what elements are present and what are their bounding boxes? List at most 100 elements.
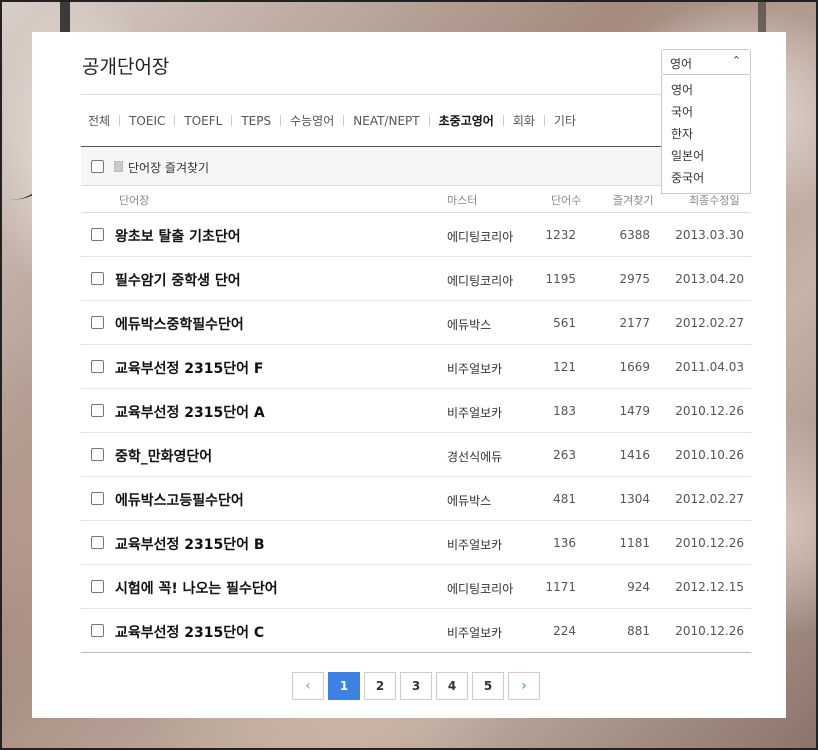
master-name: 비주얼보카 [447,538,503,552]
updated-date: 2010.12.26 [675,404,744,418]
select-all-checkbox[interactable] [91,160,104,173]
row-checkbox[interactable] [91,580,104,593]
updated-date: 2012.12.15 [675,580,744,594]
table-row: 에듀박스중학필수단어 에듀박스 561 2177 2012.02.27 [81,301,751,345]
add-favorites-button[interactable]: 단어장 즐겨찾기 [128,159,209,176]
column-header-favorites: 즐겨찾기 [613,194,654,207]
tab-separator [280,115,282,126]
column-header-master: 마스터 [447,194,478,207]
row-checkbox[interactable] [91,228,104,241]
wordbook-title-link[interactable]: 교육부선정 2315단어 C [115,622,264,642]
page-3-button[interactable]: 3 [400,672,432,700]
row-checkbox[interactable] [91,536,104,549]
table-row: 중학_만화영단어 경선식에듀 263 1416 2010.10.26 [81,433,751,477]
row-checkbox[interactable] [91,448,104,461]
table-row: 교육부선정 2315단어 B 비주얼보카 136 1181 2010.12.26 [81,521,751,565]
word-count: 1171 [545,580,576,594]
master-name: 에디팅코리아 [447,274,514,288]
updated-date: 2012.02.27 [675,316,744,330]
language-option-chinese[interactable]: 중국어 [662,167,750,189]
master-name: 에듀박스 [447,494,492,508]
tab-separator [119,115,121,126]
page-5-button[interactable]: 5 [472,672,504,700]
tab-all[interactable]: 전체 [88,112,110,129]
master-name: 비주얼보카 [447,362,503,376]
favorites-count: 1479 [619,404,650,418]
next-page-button[interactable]: › [508,672,540,700]
tab-toeic[interactable]: TOEIC [129,114,165,128]
favorites-count: 1416 [619,448,650,462]
word-count: 1195 [545,272,576,286]
updated-date: 2010.10.26 [675,448,744,462]
master-name: 비주얼보카 [447,406,503,420]
tab-suneung[interactable]: 수능영어 [290,112,334,129]
updated-date: 2011.04.03 [675,360,744,374]
page-title: 공개단어장 [82,56,170,78]
word-count: 224 [553,624,576,638]
word-count: 183 [553,404,576,418]
wordbook-title-link[interactable]: 필수암기 중학생 단어 [115,270,241,290]
word-count: 561 [553,316,576,330]
master-name: 비주얼보카 [447,626,503,640]
updated-date: 2010.12.26 [675,624,744,638]
table-row: 에듀박스고등필수단어 에듀박스 481 1304 2012.02.27 [81,477,751,521]
updated-date: 2010.12.26 [675,536,744,550]
updated-date: 2013.04.20 [675,272,744,286]
language-option-english[interactable]: 영어 [662,79,750,101]
wordbook-title-link[interactable]: 교육부선정 2315단어 F [115,358,263,378]
word-count: 1232 [545,228,576,242]
wordbook-title-link[interactable]: 에듀박스중학필수단어 [115,314,244,334]
wordbook-title-link[interactable]: 교육부선정 2315단어 B [115,534,265,554]
tab-neat-nept[interactable]: NEAT/NEPT [353,114,419,128]
word-count: 121 [553,360,576,374]
row-checkbox[interactable] [91,492,104,505]
language-option-japanese[interactable]: 일본어 [662,145,750,167]
table-row: 필수암기 중학생 단어 에디팅코리아 1195 2975 2013.04.20 [81,257,751,301]
language-option-hanja[interactable]: 한자 [662,123,750,145]
page-1-button[interactable]: 1 [328,672,360,700]
chevron-right-icon: › [521,678,527,694]
tab-school-english[interactable]: 초중고영어 [439,112,494,129]
page-2-button[interactable]: 2 [364,672,396,700]
wordbook-title-link[interactable]: 에듀박스고등필수단어 [115,490,244,510]
table-row: 시험에 꼭! 나오는 필수단어 에디팅코리아 1171 924 2012.12.… [81,565,751,609]
column-header-name: 단어장 [119,194,150,207]
book-icon [114,161,123,172]
row-checkbox[interactable] [91,624,104,637]
divider [81,94,751,95]
tab-separator [174,115,176,126]
language-option-korean[interactable]: 국어 [662,101,750,123]
chevron-up-icon: ⌃ [731,54,741,67]
master-name: 에디팅코리아 [447,582,514,596]
language-select-value: 영어 [670,57,693,71]
favorites-count: 2975 [619,272,650,286]
wordbook-title-link[interactable]: 중학_만화영단어 [115,446,212,466]
wordbook-title-link[interactable]: 왕초보 탈출 기초단어 [115,226,241,246]
favorites-toolbar: 단어장 즐겨찾기 [81,146,751,186]
row-checkbox[interactable] [91,272,104,285]
category-tabs: 전체 TOEIC TOEFL TEPS 수능영어 NEAT/NEPT 초중고영어… [88,112,576,129]
table-row: 왕초보 탈출 기초단어 에디팅코리아 1232 6388 2013.03.30 [81,213,751,257]
tab-teps[interactable]: TEPS [241,114,271,128]
table-row: 교육부선정 2315단어 F 비주얼보카 121 1669 2011.04.03 [81,345,751,389]
language-dropdown-menu: 영어 국어 한자 일본어 중국어 [661,75,751,194]
favorites-count: 881 [627,624,650,638]
favorites-count: 1304 [619,492,650,506]
favorites-count: 2177 [619,316,650,330]
word-count: 136 [553,536,576,550]
chevron-left-icon: ‹ [305,678,311,694]
wordbook-title-link[interactable]: 교육부선정 2315단어 A [115,402,265,422]
updated-date: 2013.03.30 [675,228,744,242]
tab-etc[interactable]: 기타 [554,112,576,129]
tab-conversation[interactable]: 회화 [513,112,535,129]
row-checkbox[interactable] [91,360,104,373]
language-select[interactable]: 영어 ⌃ [661,49,751,75]
favorites-count: 924 [627,580,650,594]
row-checkbox[interactable] [91,316,104,329]
prev-page-button[interactable]: ‹ [292,672,324,700]
row-checkbox[interactable] [91,404,104,417]
page-4-button[interactable]: 4 [436,672,468,700]
wordbook-title-link[interactable]: 시험에 꼭! 나오는 필수단어 [115,578,278,598]
tab-toefl[interactable]: TOEFL [184,114,222,128]
tab-separator [343,115,345,126]
